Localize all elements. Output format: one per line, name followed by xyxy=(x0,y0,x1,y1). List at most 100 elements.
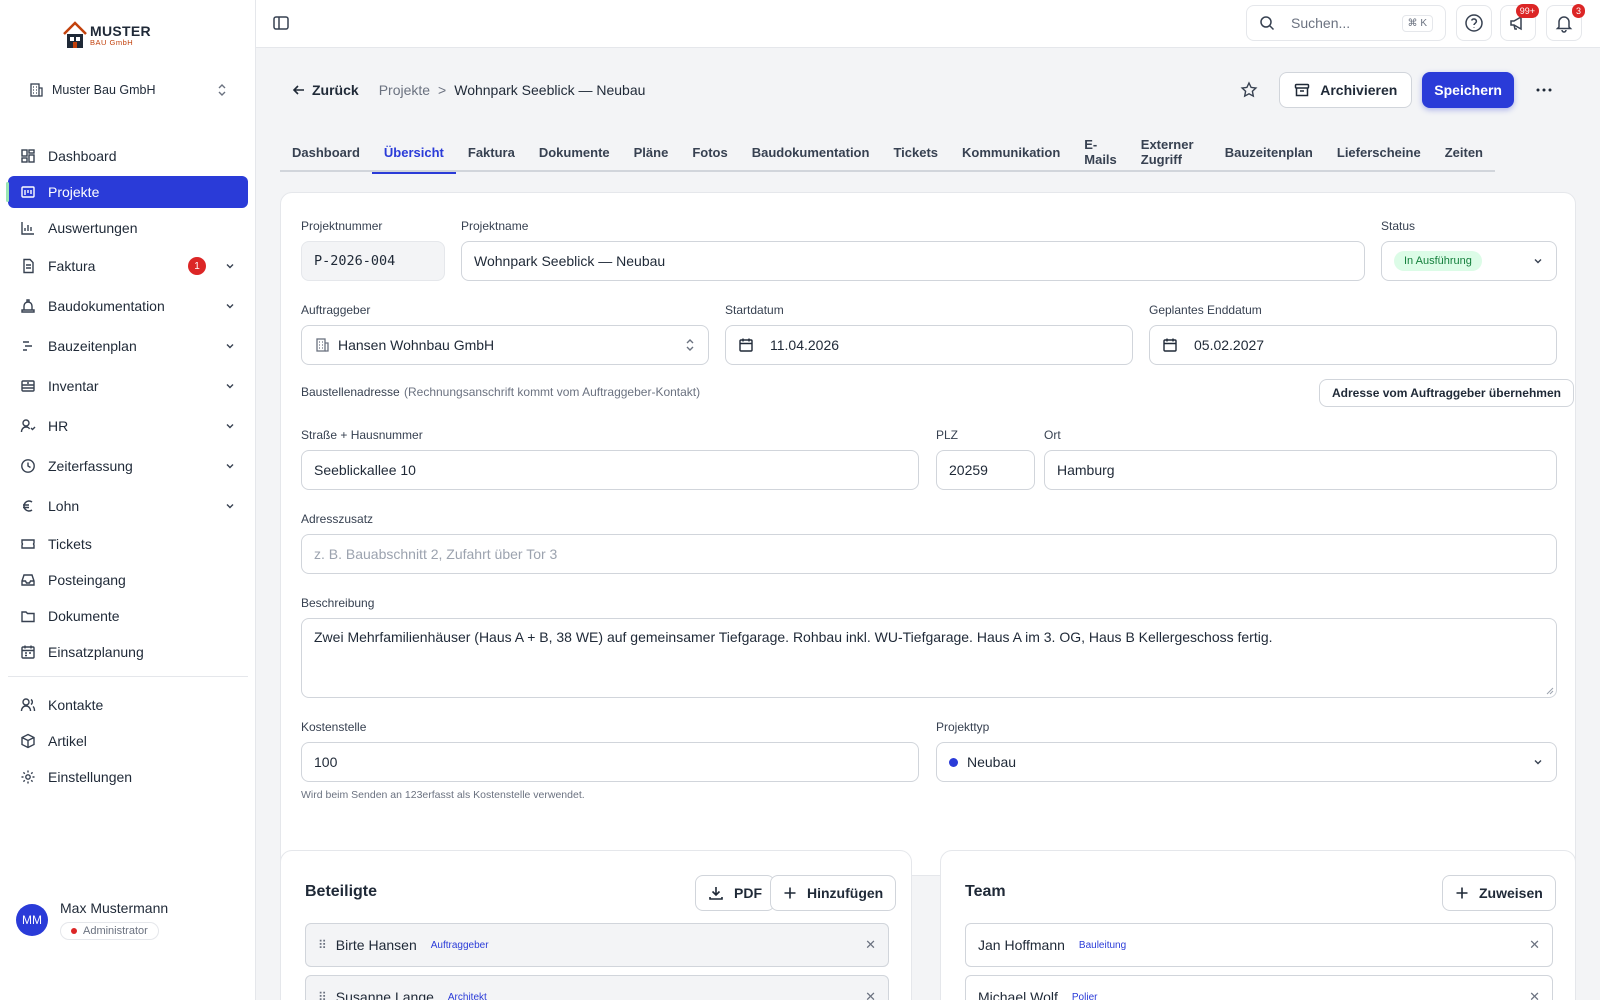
drag-handle-icon[interactable]: ⠿ xyxy=(318,990,327,1000)
tab-fotos[interactable]: Fotos xyxy=(680,132,739,172)
plz-value: 20259 xyxy=(949,462,988,478)
tab-emails[interactable]: E-Mails xyxy=(1072,132,1129,172)
sidebar-item-projekte[interactable]: Projekte xyxy=(6,176,248,208)
sidebar-item-lohn[interactable]: Lohn xyxy=(8,488,248,524)
list-item[interactable]: ⠿ Birte Hansen Auftraggeber ✕ xyxy=(305,923,889,967)
building-icon xyxy=(30,83,43,97)
auftraggeber-select[interactable]: Hansen Wohnbau GmbH xyxy=(301,325,709,365)
tab-dashboard[interactable]: Dashboard xyxy=(280,132,372,172)
company-logo[interactable]: MUSTER BAU GmbH xyxy=(62,20,151,50)
company-name: Muster Bau GmbH xyxy=(52,83,156,97)
tab-dokumente[interactable]: Dokumente xyxy=(527,132,622,172)
sidebar-item-label: Artikel xyxy=(48,733,87,749)
assign-button[interactable]: Zuweisen xyxy=(1442,875,1556,911)
archive-label: Archivieren xyxy=(1320,82,1398,98)
inventory-icon xyxy=(21,380,35,392)
projects-icon xyxy=(21,186,35,198)
tab-externer-zugriff[interactable]: Externer Zugriff xyxy=(1129,132,1213,172)
kostenstelle-field[interactable]: 100 xyxy=(301,742,919,782)
hr-icon xyxy=(20,419,36,433)
sidebar-item-bauzeitenplan[interactable]: Bauzeitenplan xyxy=(8,328,248,364)
header-actions: Archivieren Speichern xyxy=(1233,72,1560,108)
tab-kommunikation[interactable]: Kommunikation xyxy=(950,132,1072,172)
projektname-field[interactable]: Wohnpark Seeblick — Neubau xyxy=(461,241,1365,281)
pdf-button[interactable]: PDF xyxy=(695,875,775,911)
plz-field[interactable]: 20259 xyxy=(936,450,1035,490)
list-item[interactable]: Michael Wolf Polier ✕ xyxy=(965,975,1553,1000)
help-button[interactable] xyxy=(1456,5,1492,41)
sidebar-item-baudokumentation[interactable]: Baudokumentation xyxy=(8,288,248,324)
sidebar-item-faktura[interactable]: Faktura 1 xyxy=(8,248,248,284)
beteiligte-name: Birte Hansen xyxy=(335,937,417,953)
search-shortcut: ⌘ K xyxy=(1401,14,1433,32)
sidebar-item-hr[interactable]: HR xyxy=(8,408,248,444)
chevron-down-icon xyxy=(226,304,234,309)
remove-icon[interactable]: ✕ xyxy=(1529,937,1540,953)
search-input[interactable]: Suchen... ⌘ K xyxy=(1246,5,1446,41)
save-button[interactable]: Speichern xyxy=(1422,72,1514,108)
tab-plaene[interactable]: Pläne xyxy=(622,132,681,172)
baustellenadresse-label: Baustellenadresse xyxy=(301,385,400,399)
remove-icon[interactable]: ✕ xyxy=(865,989,876,1000)
tab-zeiten[interactable]: Zeiten xyxy=(1433,132,1495,172)
sidebar-toggle-button[interactable] xyxy=(272,14,290,32)
user-profile[interactable]: MM Max Mustermann Administrator xyxy=(16,898,168,940)
tab-baudokumentation[interactable]: Baudokumentation xyxy=(740,132,882,172)
sidebar-item-artikel[interactable]: Artikel xyxy=(8,725,248,757)
dashboard-icon xyxy=(21,149,35,163)
tab-faktura[interactable]: Faktura xyxy=(456,132,527,172)
strasse-field[interactable]: Seeblickallee 10 xyxy=(301,450,919,490)
strasse-label: Straße + Hausnummer xyxy=(301,428,423,442)
tab-bauzeitenplan[interactable]: Bauzeitenplan xyxy=(1213,132,1325,172)
calendar-icon xyxy=(739,338,753,352)
sidebar-item-kontakte[interactable]: Kontakte xyxy=(8,689,248,721)
sidebar-item-auswertungen[interactable]: Auswertungen xyxy=(8,212,248,244)
startdatum-field[interactable]: 11.04.2026 xyxy=(725,325,1133,365)
sidebar-item-posteingang[interactable]: Posteingang xyxy=(8,564,248,596)
resize-handle-icon[interactable] xyxy=(1546,687,1554,695)
status-select[interactable]: In Ausführung xyxy=(1381,241,1557,281)
package-icon xyxy=(21,733,35,749)
sidebar-item-dokumente[interactable]: Dokumente xyxy=(8,600,248,632)
sidebar-item-zeiterfassung[interactable]: Zeiterfassung xyxy=(8,448,248,484)
baustellenadresse-hint: (Rechnungsanschrift kommt vom Auftraggeb… xyxy=(404,385,701,399)
remove-icon[interactable]: ✕ xyxy=(865,937,876,953)
sidebar-item-einstellungen[interactable]: Einstellungen xyxy=(8,761,248,793)
ort-value: Hamburg xyxy=(1057,462,1115,478)
sidebar-item-inventar[interactable]: Inventar xyxy=(8,368,248,404)
auftraggeber-label: Auftraggeber xyxy=(301,303,371,317)
remove-icon[interactable]: ✕ xyxy=(1529,989,1540,1000)
sidebar-item-tickets[interactable]: Tickets xyxy=(8,528,248,560)
projekttyp-select[interactable]: Neubau xyxy=(936,742,1557,782)
tab-lieferscheine[interactable]: Lieferscheine xyxy=(1325,132,1433,172)
projekttyp-dot xyxy=(949,757,958,767)
sidebar-item-dashboard[interactable]: Dashboard xyxy=(8,140,248,172)
plus-icon xyxy=(784,887,796,899)
tab-tickets[interactable]: Tickets xyxy=(881,132,950,172)
breadcrumb-projekte[interactable]: Projekte xyxy=(379,82,430,98)
adresszusatz-field[interactable]: z. B. Bauabschnitt 2, Zufahrt über Tor 3 xyxy=(301,534,1557,574)
enddatum-field[interactable]: 05.02.2027 xyxy=(1149,325,1557,365)
list-item[interactable]: Jan Hoffmann Bauleitung ✕ xyxy=(965,923,1553,967)
tab-uebersicht[interactable]: Übersicht xyxy=(371,132,456,174)
ort-field[interactable]: Hamburg xyxy=(1044,450,1557,490)
company-switcher[interactable]: Muster Bau GmbH xyxy=(16,74,240,106)
sidebar-item-einsatzplanung[interactable]: Einsatzplanung xyxy=(8,636,248,668)
notifications-button[interactable]: 3 xyxy=(1546,4,1585,41)
back-label: Zurück xyxy=(312,82,359,98)
more-button[interactable] xyxy=(1528,74,1560,106)
drag-handle-icon[interactable]: ⠿ xyxy=(318,938,327,952)
team-member-role: Polier xyxy=(1071,991,1098,1000)
favorite-button[interactable] xyxy=(1233,74,1265,106)
back-button[interactable]: Zurück xyxy=(292,82,359,98)
chevron-updown-icon xyxy=(218,84,226,96)
announcements-button[interactable]: 99+ xyxy=(1500,4,1539,41)
add-beteiligte-button[interactable]: Hinzufügen xyxy=(770,875,897,911)
list-item[interactable]: ⠿ Susanne Lange Architekt ✕ xyxy=(305,975,889,1000)
archive-button[interactable]: Archivieren xyxy=(1279,72,1413,108)
breadcrumb: Projekte > Wohnpark Seeblick — Neubau xyxy=(379,82,646,98)
chevron-down-icon xyxy=(226,344,234,349)
enddatum-label: Geplantes Enddatum xyxy=(1149,303,1262,317)
copy-address-button[interactable]: Adresse vom Auftraggeber übernehmen xyxy=(1319,379,1574,407)
beschreibung-textarea[interactable]: Zwei Mehrfamilienhäuser (Haus A + B, 38 … xyxy=(301,618,1557,698)
